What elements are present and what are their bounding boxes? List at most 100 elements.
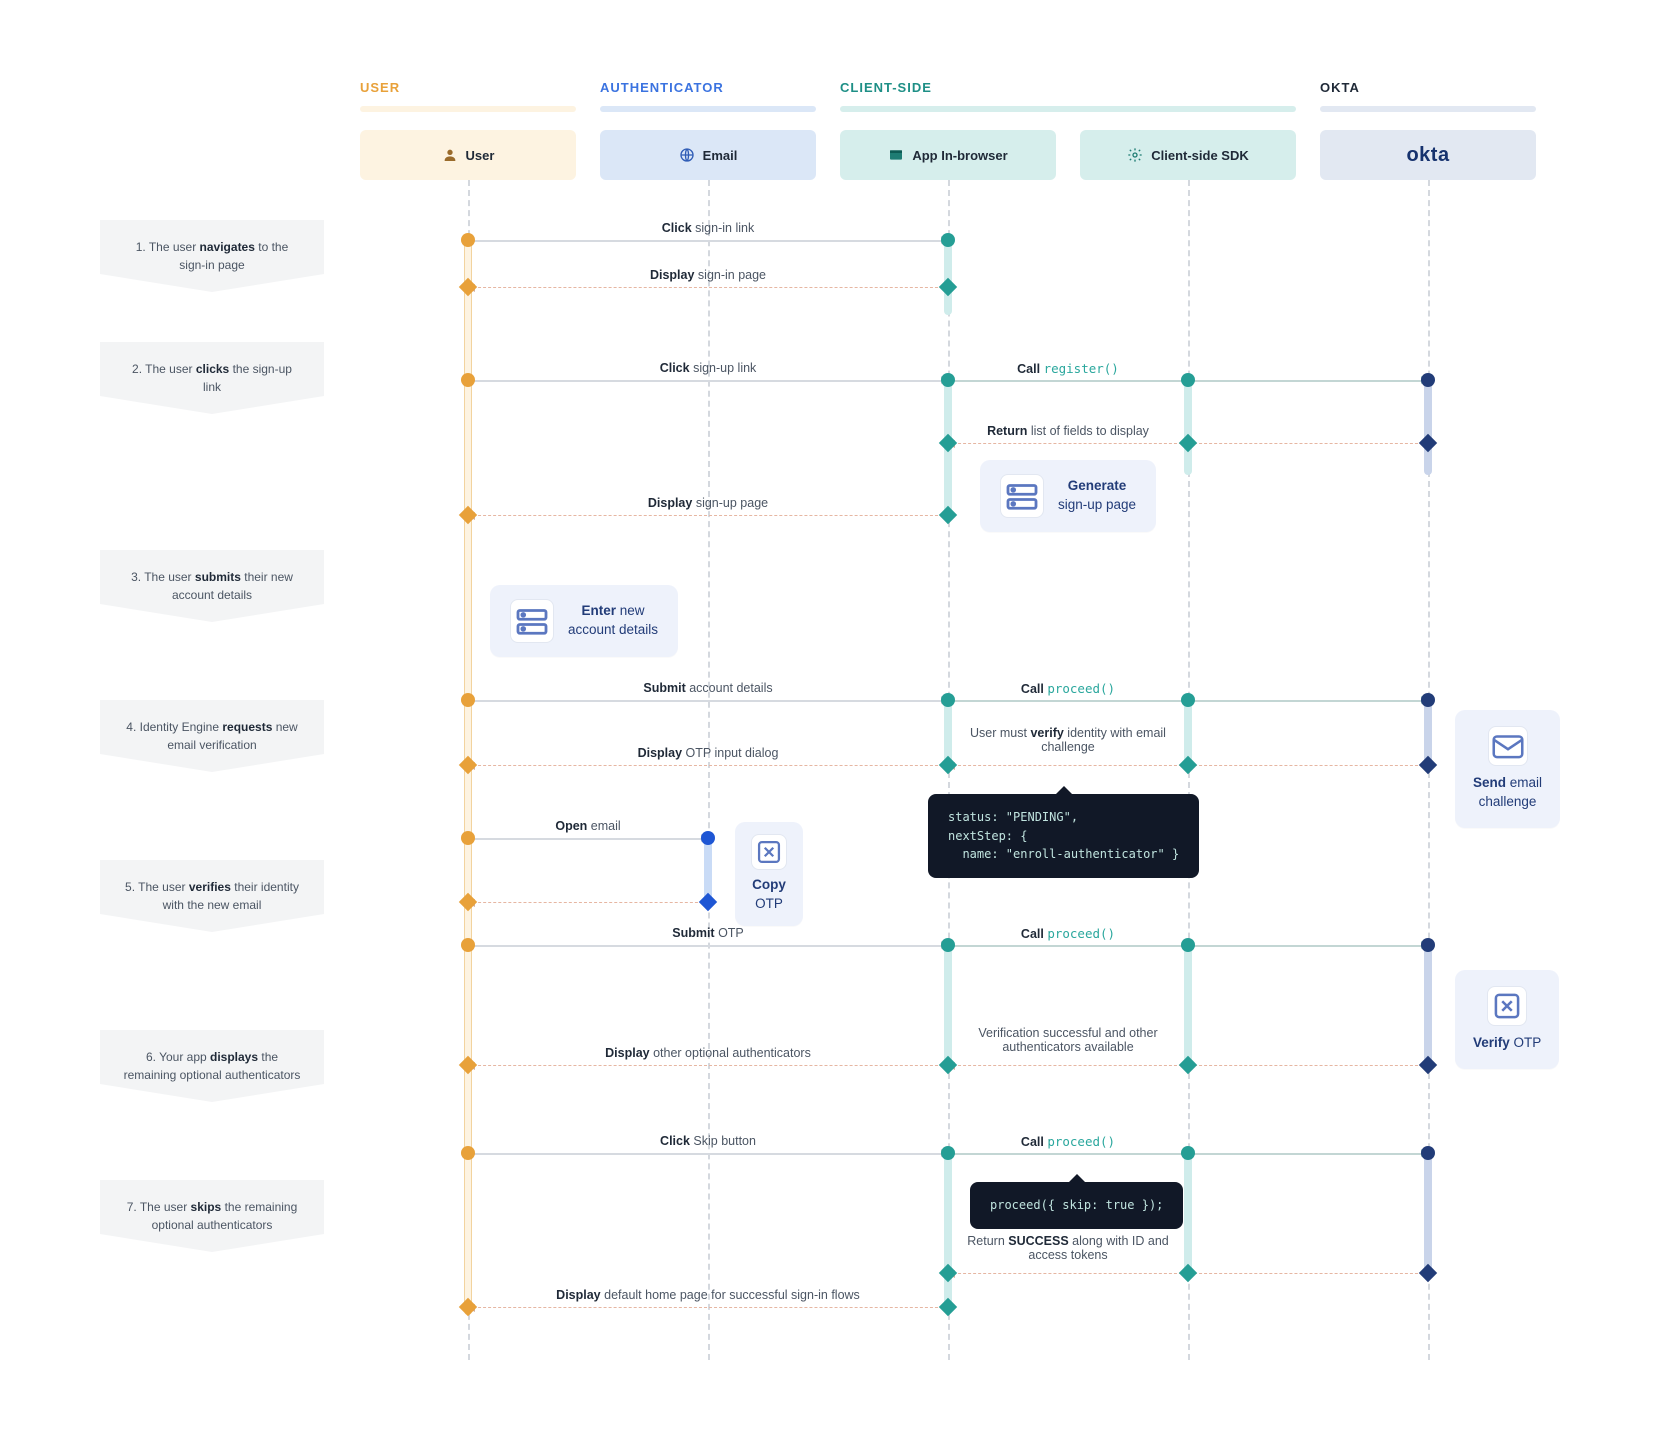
okta-logo: okta <box>1406 144 1449 167</box>
node-s12 <box>1181 1146 1195 1160</box>
activation-sdk-3 <box>1184 940 1192 1070</box>
node-s3 <box>1181 373 1195 387</box>
callout-copy: CopyOTP <box>735 822 803 926</box>
label-display-otp: Display OTP input dialog <box>600 746 816 760</box>
activation-okta-4 <box>1424 1148 1432 1278</box>
node-u10 <box>461 938 475 952</box>
swim-auth: Email <box>600 130 816 180</box>
node-o3 <box>1421 373 1435 387</box>
lane-auth-title: AUTHENTICATOR <box>600 80 724 95</box>
node-a10 <box>941 938 955 952</box>
node-o13 <box>1419 1264 1437 1282</box>
node-s7 <box>1179 756 1197 774</box>
swim-user: User <box>360 130 576 180</box>
node-a4 <box>939 434 957 452</box>
node-u1 <box>461 233 475 247</box>
node-a11 <box>939 1056 957 1074</box>
label-click-skip: Click Skip button <box>600 1134 816 1148</box>
msg-display-signin <box>468 287 948 289</box>
lane-client-bar <box>840 106 1296 112</box>
step-1: 1. The user navigates to the sign-in pag… <box>100 220 324 292</box>
msg-display-home <box>468 1307 948 1309</box>
swim-user-label: User <box>466 148 495 163</box>
msg-submit-otp <box>468 945 948 947</box>
swim-okta: okta <box>1320 130 1536 180</box>
step-6: 6. Your app displays the remaining optio… <box>100 1030 324 1102</box>
node-a2 <box>939 278 957 296</box>
msg-copy-return <box>468 902 708 904</box>
activation-okta-1 <box>1424 375 1432 475</box>
node-s10 <box>1181 938 1195 952</box>
node-a14 <box>939 1298 957 1316</box>
msg-click-skip <box>468 1153 948 1155</box>
node-a6 <box>941 693 955 707</box>
node-u12 <box>461 1146 475 1160</box>
node-s13 <box>1179 1264 1197 1282</box>
node-o11 <box>1419 1056 1437 1074</box>
label-submit-account: Submit account details <box>600 681 816 695</box>
activation-sdk-4 <box>1184 1148 1192 1278</box>
lane-auth-bar <box>600 106 816 112</box>
lane-user-bar <box>360 106 576 112</box>
label-display-optional: Display other optional authenticators <box>560 1046 856 1060</box>
label-click-signin: Click sign-in link <box>600 221 816 235</box>
node-u2 <box>459 278 477 296</box>
label-submit-otp: Submit OTP <box>600 926 816 940</box>
mail-icon <box>1488 726 1528 766</box>
node-e8 <box>701 831 715 845</box>
label-return-success: Return SUCCESS along with ID and access … <box>960 1234 1176 1262</box>
label-return-fields: Return list of fields to display <box>980 424 1156 438</box>
node-u5 <box>459 506 477 524</box>
globe-icon <box>679 147 695 163</box>
label-call-register: Call register() <box>980 361 1156 376</box>
callout-verify: Verify OTP <box>1455 970 1559 1069</box>
lane-client-title: CLIENT-SIDE <box>840 80 932 95</box>
node-a1 <box>941 233 955 247</box>
label-call-proceed1: Call proceed() <box>980 681 1156 696</box>
node-u7 <box>459 756 477 774</box>
step-2: 2. The user clicks the sign-up link <box>100 342 324 414</box>
node-o12 <box>1421 1146 1435 1160</box>
label-display-home: Display default home page for successful… <box>500 1288 916 1302</box>
msg-click-signin <box>468 240 948 242</box>
label-click-signup: Click sign-up link <box>600 361 816 375</box>
node-u11 <box>459 1056 477 1074</box>
callout-send: Send emailchallenge <box>1455 710 1560 828</box>
sequence-diagram: USER AUTHENTICATOR CLIENT-SIDE OKTA User… <box>40 40 1640 1390</box>
gear-icon <box>1127 147 1143 163</box>
activation-app-4 <box>944 940 952 1070</box>
node-s11 <box>1179 1056 1197 1074</box>
node-e9 <box>699 893 717 911</box>
swim-client-sdk: Client-side SDK <box>1080 130 1296 180</box>
node-a13 <box>939 1264 957 1282</box>
step-3: 3. The user submits their new account de… <box>100 550 324 622</box>
activation-okta-3 <box>1424 940 1432 1070</box>
code-skip: proceed({ skip: true }); <box>970 1182 1183 1229</box>
activation-sdk-1 <box>1184 375 1192 475</box>
label-call-proceed2: Call proceed() <box>980 926 1156 941</box>
label-verify-return: User must verify identity with email cha… <box>960 726 1176 754</box>
label-call-proceed3: Call proceed() <box>980 1134 1156 1149</box>
form-icon-2 <box>510 599 554 643</box>
step-5: 5. The user verifies their identity with… <box>100 860 324 932</box>
activation-app-5 <box>944 1148 952 1310</box>
verify-icon <box>1487 986 1527 1026</box>
msg-click-signup <box>468 380 948 382</box>
node-o4 <box>1419 434 1437 452</box>
msg-display-signup <box>468 515 948 517</box>
node-u14 <box>459 1298 477 1316</box>
activation-app-1 <box>944 235 952 315</box>
node-s6 <box>1181 693 1195 707</box>
node-s4 <box>1179 434 1197 452</box>
swim-client-app: App In-browser <box>840 130 1056 180</box>
label-display-signin: Display sign-in page <box>600 268 816 282</box>
callout-generate: Generatesign-up page <box>980 460 1156 532</box>
label-open-email: Open email <box>510 819 666 833</box>
msg-display-otp <box>468 765 948 767</box>
node-a7 <box>939 756 957 774</box>
node-a12 <box>941 1146 955 1160</box>
lifeline-auth <box>708 180 710 1360</box>
node-a3 <box>941 373 955 387</box>
form-icon <box>1000 474 1044 518</box>
node-o6 <box>1421 693 1435 707</box>
